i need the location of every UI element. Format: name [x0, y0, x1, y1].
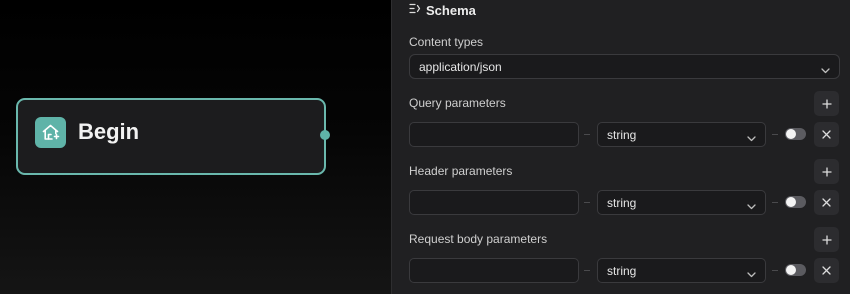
content-types-label: Content types	[409, 35, 484, 49]
panel-header: Schema	[409, 1, 476, 19]
header-parameter-required-toggle[interactable]	[785, 196, 806, 208]
node-output-handle[interactable]	[320, 130, 330, 140]
remove-header-parameter-button[interactable]	[814, 190, 839, 215]
chevron-down-icon	[747, 199, 756, 213]
plus-icon	[821, 234, 832, 245]
properties-panel: Schema Content types application/json Qu…	[391, 0, 850, 294]
flow-canvas[interactable]: Begin	[0, 0, 391, 294]
home-icon	[35, 117, 66, 148]
type-value: string	[607, 264, 637, 278]
query-parameters-label: Query parameters	[409, 96, 506, 110]
type-value: string	[607, 196, 637, 210]
schema-icon	[409, 1, 421, 19]
type-value: string	[607, 128, 637, 142]
close-icon	[822, 130, 831, 139]
header-parameter-type-select[interactable]: string	[597, 190, 766, 215]
separator	[772, 202, 778, 203]
header-parameter-name-input[interactable]	[409, 190, 579, 215]
node-title: Begin	[78, 119, 140, 144]
chevron-down-icon	[821, 63, 830, 77]
query-parameter-name-input[interactable]	[409, 122, 579, 147]
separator	[584, 134, 590, 135]
plus-icon	[821, 98, 832, 109]
query-parameter-type-select[interactable]: string	[597, 122, 766, 147]
plus-icon	[821, 166, 832, 177]
content-types-select[interactable]: application/json	[409, 54, 840, 79]
request-body-parameter-required-toggle[interactable]	[785, 264, 806, 276]
header-parameters-label: Header parameters	[409, 164, 513, 178]
close-icon	[822, 266, 831, 275]
toggle-knob	[786, 129, 796, 139]
toggle-knob	[786, 197, 796, 207]
request-body-parameter-name-input[interactable]	[409, 258, 579, 283]
separator	[772, 134, 778, 135]
separator	[772, 270, 778, 271]
begin-node[interactable]: Begin	[16, 98, 326, 175]
panel-title: Schema	[426, 2, 476, 18]
add-header-parameter-button[interactable]	[814, 159, 839, 184]
remove-query-parameter-button[interactable]	[814, 122, 839, 147]
separator	[584, 270, 590, 271]
query-parameter-required-toggle[interactable]	[785, 128, 806, 140]
request-body-parameter-type-select[interactable]: string	[597, 258, 766, 283]
chevron-down-icon	[747, 267, 756, 281]
toggle-knob	[786, 265, 796, 275]
close-icon	[822, 198, 831, 207]
add-query-parameter-button[interactable]	[814, 91, 839, 116]
request-body-parameters-label: Request body parameters	[409, 232, 548, 246]
content-types-value: application/json	[419, 60, 502, 74]
remove-request-body-parameter-button[interactable]	[814, 258, 839, 283]
chevron-down-icon	[747, 131, 756, 145]
separator	[584, 202, 590, 203]
add-request-body-parameter-button[interactable]	[814, 227, 839, 252]
